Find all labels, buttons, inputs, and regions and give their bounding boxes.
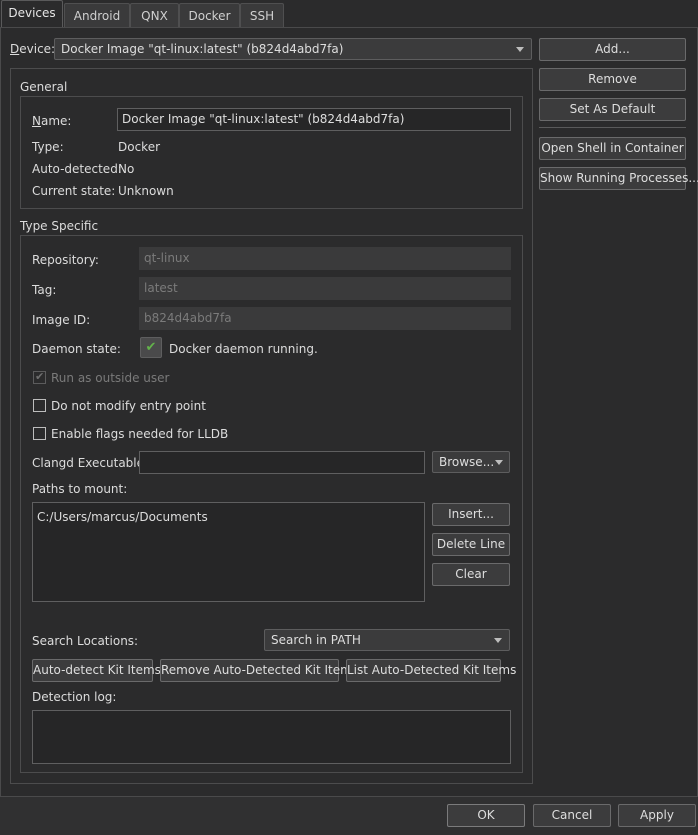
auto-detected-value: No bbox=[118, 162, 135, 176]
tab-devices[interactable]: Devices bbox=[1, 0, 63, 29]
detection-log[interactable] bbox=[32, 710, 511, 764]
checkmark-icon: ✔ bbox=[35, 370, 45, 383]
no-modify-entry-point-checkbox[interactable] bbox=[33, 399, 46, 412]
daemon-state-label: Daemon state: bbox=[32, 342, 121, 356]
tag-label: Tag: bbox=[32, 283, 57, 297]
tab-ssh[interactable]: SSH bbox=[240, 3, 284, 28]
detection-log-label: Detection log: bbox=[32, 690, 117, 704]
insert-button[interactable]: Insert... bbox=[432, 503, 510, 526]
lldb-flags-label: Enable flags needed for LLDB bbox=[51, 427, 229, 441]
repository-label: Repository: bbox=[32, 253, 99, 267]
open-shell-button[interactable]: Open Shell in Container bbox=[539, 137, 686, 160]
set-default-button[interactable]: Set As Default bbox=[539, 98, 686, 121]
image-id-field: b824d4abd7fa bbox=[139, 307, 511, 330]
side-separator bbox=[539, 127, 686, 128]
paths-to-mount-list[interactable]: C:/Users/marcus/Documents bbox=[32, 502, 425, 602]
delete-line-button[interactable]: Delete Line bbox=[432, 533, 510, 556]
clangd-executable-input[interactable] bbox=[139, 451, 425, 474]
chevron-down-icon bbox=[494, 638, 502, 643]
ok-button[interactable]: OK bbox=[447, 804, 525, 827]
name-input[interactable]: Docker Image "qt-linux:latest" (b824d4ab… bbox=[117, 108, 511, 131]
browse-button[interactable]: Browse... bbox=[432, 451, 510, 473]
list-auto-detected-kit-items-button[interactable]: List Auto-Detected Kit Items bbox=[346, 659, 516, 682]
list-item[interactable]: C:/Users/marcus/Documents bbox=[37, 509, 208, 525]
clear-button[interactable]: Clear bbox=[432, 563, 510, 586]
auto-detect-kit-items-button[interactable]: Auto-detect Kit Items bbox=[32, 659, 161, 682]
show-processes-button[interactable]: Show Running Processes... bbox=[539, 167, 698, 190]
search-locations-value: Search in PATH bbox=[271, 633, 361, 647]
remove-auto-detected-kit-items-button[interactable]: Remove Auto-Detected Kit Items bbox=[160, 659, 358, 682]
cancel-button[interactable]: Cancel bbox=[533, 804, 611, 827]
tab-qnx[interactable]: QNX bbox=[130, 3, 179, 28]
general-group-title: General bbox=[20, 80, 68, 94]
type-label: Type: bbox=[32, 140, 64, 154]
clangd-executable-label: Clangd Executable: bbox=[32, 456, 149, 470]
paths-to-mount-label: Paths to mount: bbox=[32, 482, 128, 496]
repository-field: qt-linux bbox=[139, 247, 511, 270]
tab-android[interactable]: Android bbox=[64, 3, 130, 28]
search-locations-select[interactable]: Search in PATH bbox=[264, 629, 510, 651]
type-value: Docker bbox=[118, 140, 161, 154]
run-as-outside-user-checkbox[interactable]: ✔ bbox=[33, 370, 46, 384]
tab-bar: Devices Android QNX Docker SSH bbox=[0, 0, 698, 29]
device-select-value: Docker Image "qt-linux:latest" (b824d4ab… bbox=[61, 42, 344, 56]
lldb-flags-checkbox[interactable] bbox=[33, 427, 46, 440]
checkmark-icon: ✔ bbox=[140, 337, 162, 358]
device-label: Device: bbox=[10, 42, 56, 56]
add-button[interactable]: Add... bbox=[539, 38, 686, 61]
chevron-down-icon bbox=[495, 460, 503, 465]
chevron-down-icon bbox=[516, 47, 524, 52]
no-modify-entry-point-label: Do not modify entry point bbox=[51, 399, 206, 413]
current-state-label: Current state: bbox=[32, 184, 116, 198]
tag-field: latest bbox=[139, 277, 511, 300]
browse-button-label: Browse... bbox=[439, 455, 495, 469]
device-select[interactable]: Docker Image "qt-linux:latest" (b824d4ab… bbox=[54, 38, 532, 60]
search-locations-label: Search Locations: bbox=[32, 634, 139, 648]
type-specific-group-title: Type Specific bbox=[20, 219, 99, 233]
current-state-value: Unknown bbox=[118, 184, 174, 198]
auto-detected-label: Auto-detected: bbox=[32, 162, 122, 176]
tab-docker[interactable]: Docker bbox=[179, 3, 240, 28]
remove-button[interactable]: Remove bbox=[539, 68, 686, 91]
run-as-outside-user-label: Run as outside user bbox=[51, 371, 170, 385]
image-id-label: Image ID: bbox=[32, 313, 91, 327]
name-label: Name: bbox=[32, 114, 72, 128]
apply-button[interactable]: Apply bbox=[618, 804, 696, 827]
daemon-state-value: Docker daemon running. bbox=[169, 342, 318, 356]
